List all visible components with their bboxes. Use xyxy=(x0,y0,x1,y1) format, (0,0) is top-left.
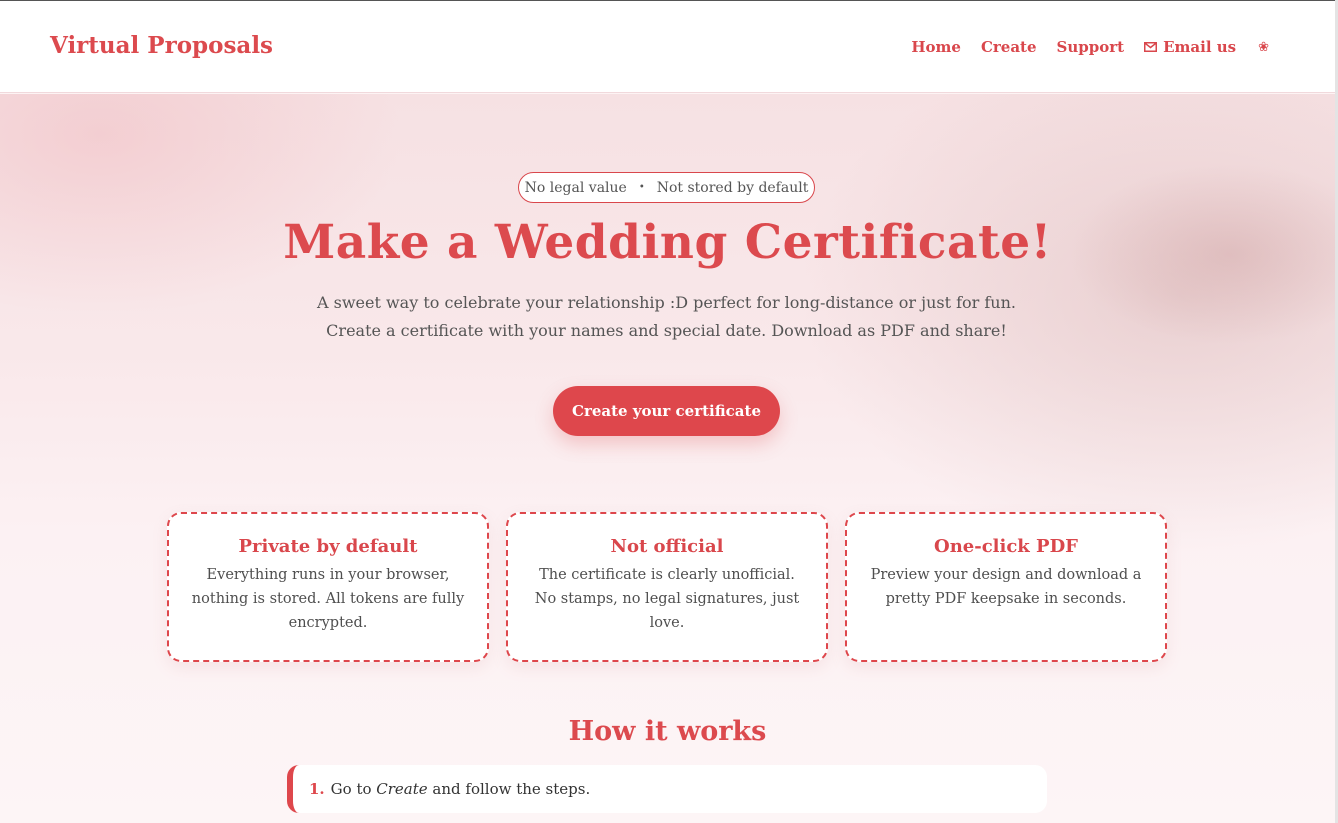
feature-title: One-click PDF xyxy=(934,536,1078,557)
page-title: Make a Wedding Certificate! xyxy=(283,215,1052,270)
pill-not-stored: Not stored by default xyxy=(656,179,809,196)
pill-no-legal-value: No legal value xyxy=(524,179,627,196)
feature-title: Not official xyxy=(610,536,724,557)
feature-title: Private by default xyxy=(238,536,418,557)
step-item: 1. Go to Create and follow the steps. xyxy=(287,765,1047,813)
step-number: 1. xyxy=(309,780,325,798)
nav-support-link[interactable]: Support xyxy=(1057,38,1125,56)
feature-text: Preview your design and download a prett… xyxy=(870,567,1142,607)
main-nav: Home Create Support Email us ❀ xyxy=(891,38,1269,56)
step-text-pre: Go to xyxy=(330,780,377,798)
nav-home-link[interactable]: Home xyxy=(911,38,961,56)
nav-create-link[interactable]: Create xyxy=(981,38,1037,56)
flower-icon[interactable]: ❀ xyxy=(1258,40,1269,55)
hero-description: A sweet way to celebrate your relationsh… xyxy=(316,293,1016,340)
site-header: Virtual Proposals Home Create Support Em… xyxy=(0,1,1335,93)
nav-email-link[interactable]: Email us xyxy=(1144,38,1236,56)
brand-logo[interactable]: Virtual Proposals xyxy=(50,32,273,59)
step-create-emphasis: Create xyxy=(376,780,428,798)
window-top-border xyxy=(0,0,1338,1)
mail-icon xyxy=(1144,42,1158,52)
pill-separator: • xyxy=(638,182,645,193)
create-certificate-button[interactable]: Create your certificate xyxy=(553,386,780,436)
feature-text: Everything runs in your browser, nothing… xyxy=(191,567,465,631)
feature-card-not-official: Not official The certificate is clearly … xyxy=(506,512,828,662)
nav-email-label: Email us xyxy=(1163,38,1237,56)
hero-section xyxy=(0,94,1335,823)
step-text-post: and follow the steps. xyxy=(427,780,591,798)
feature-card-private: Private by default Everything runs in yo… xyxy=(167,512,489,662)
disclaimer-pill: No legal value • Not stored by default xyxy=(518,172,815,203)
how-it-works-heading: How it works xyxy=(568,716,767,747)
feature-text: The certificate is clearly unofficial. N… xyxy=(534,567,800,631)
feature-card-pdf: One-click PDF Preview your design and do… xyxy=(845,512,1167,662)
